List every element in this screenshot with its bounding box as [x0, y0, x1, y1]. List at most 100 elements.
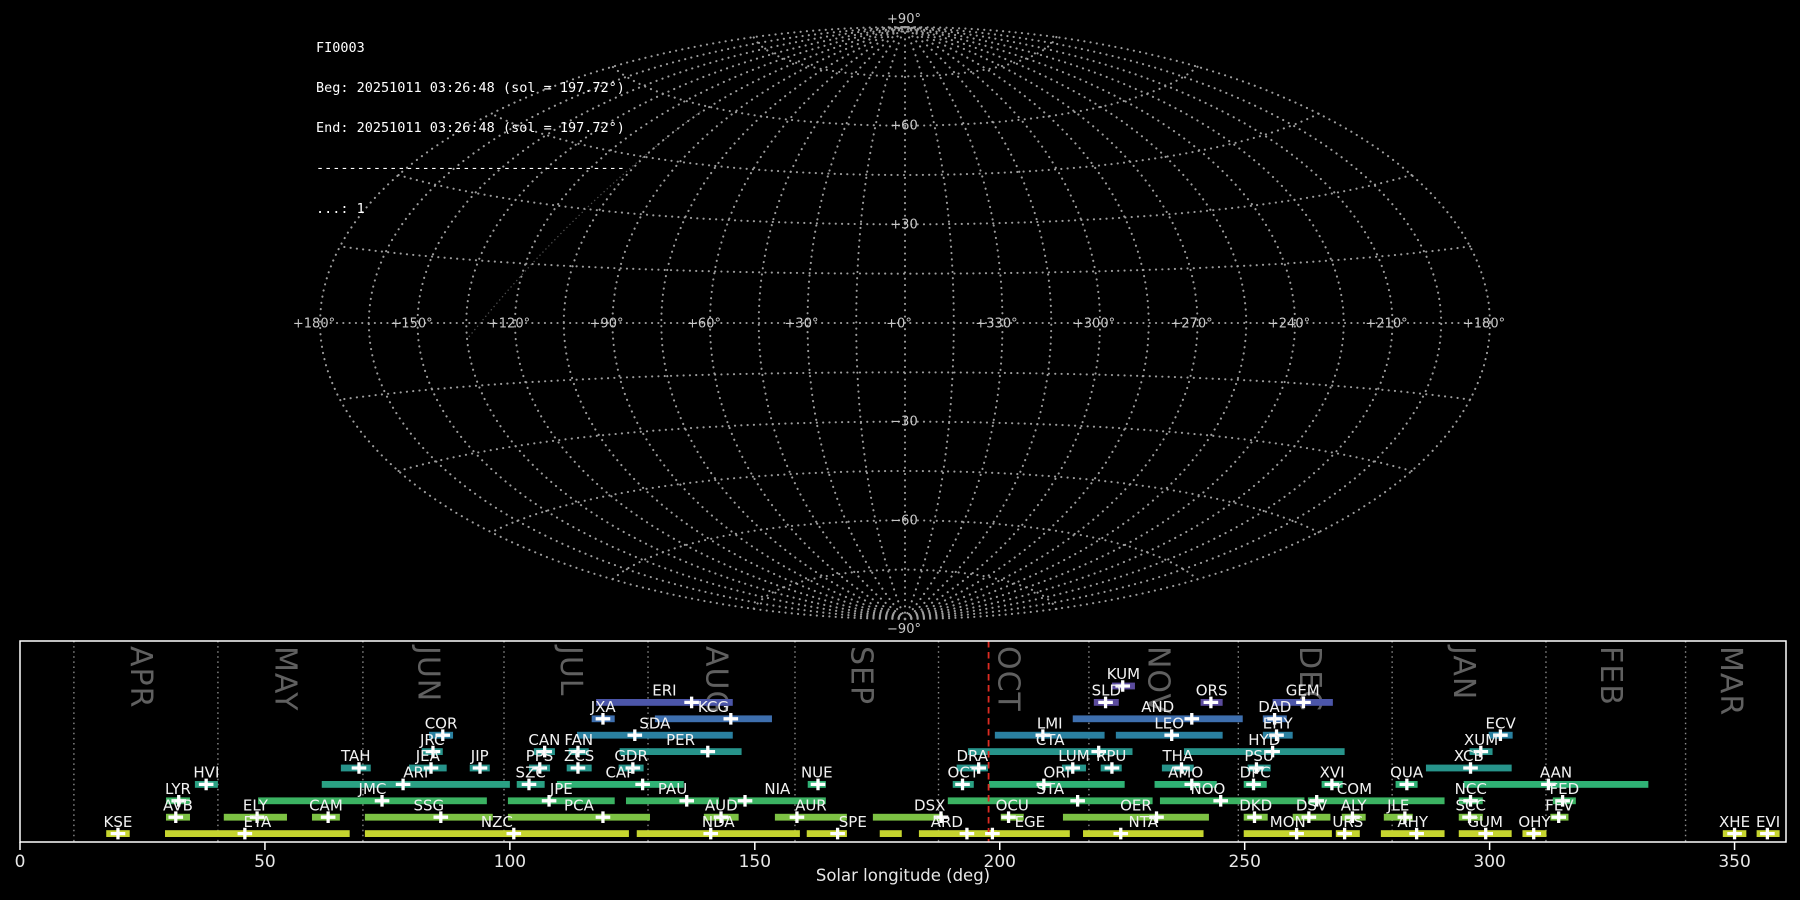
- shower-label-NDA: NDA: [702, 813, 736, 831]
- shower-label-AMO: AMO: [1168, 764, 1203, 782]
- shower-label-ELY: ELY: [243, 796, 269, 814]
- shower-label-PSU: PSU: [1244, 747, 1274, 765]
- x-tick-label: 50: [254, 852, 276, 872]
- sky-longitude-label: +30°: [785, 317, 819, 332]
- shower-label-ARI: ARI: [403, 764, 428, 782]
- x-axis-title: Solar longitude (deg): [816, 866, 990, 885]
- shower-bar-COM: [1307, 797, 1445, 805]
- shower-label-SSG: SSG: [413, 796, 444, 814]
- shower-label-DSV: DSV: [1296, 796, 1328, 814]
- shower-label-NZC: NZC: [481, 813, 513, 831]
- shower-label-ERI: ERI: [652, 682, 676, 700]
- shower-label-RPU: RPU: [1096, 747, 1126, 765]
- shower-label-JLE: JLE: [1386, 796, 1409, 814]
- observation-info: FI0003 Beg: 20251011 03:26:48 (sol = 197…: [316, 15, 625, 243]
- shower-label-EHY: EHY: [1263, 714, 1294, 732]
- shower-label-QUA: QUA: [1390, 764, 1424, 782]
- peak-marker-EGE: [985, 827, 1000, 840]
- shower-label-OCT: OCT: [948, 764, 980, 782]
- peak-marker-NIA: [737, 795, 753, 807]
- month-label: OCT: [991, 646, 1026, 712]
- month-label: MAR: [1713, 646, 1748, 716]
- shower-label-ZCS: ZCS: [564, 747, 594, 765]
- shower-label-THA: THA: [1161, 747, 1193, 765]
- shower-label-NIA: NIA: [764, 780, 791, 798]
- x-tick-label: 250: [1228, 852, 1260, 872]
- shower-bar-NZC: [364, 830, 629, 837]
- shower-label-SPE: SPE: [839, 813, 867, 831]
- shower-label-XHE: XHE: [1719, 813, 1750, 831]
- shower-label-URS: URS: [1332, 813, 1363, 831]
- shower-label-KSE: KSE: [104, 813, 133, 831]
- sky-longitude-label: +0°: [886, 317, 912, 332]
- shower-label-NOO: NOO: [1191, 780, 1226, 798]
- shower-label-XVI: XVI: [1320, 764, 1345, 782]
- shower-bar-NDA: [636, 830, 800, 837]
- sky-longitude-label: +60°: [687, 317, 721, 332]
- shower-label-JEA: JEA: [415, 747, 441, 765]
- shower-label-PCA: PCA: [564, 796, 595, 814]
- shower-label-FAN: FAN: [564, 731, 593, 749]
- shower-label-LUM: LUM: [1058, 747, 1090, 765]
- shower-label-GEM: GEM: [1286, 682, 1320, 700]
- sky-latitude-label: +30: [890, 217, 917, 232]
- shower-label-EGE: EGE: [1015, 813, 1046, 831]
- shower-label-NTA: NTA: [1129, 813, 1159, 831]
- shower-bar-SSG: [364, 813, 493, 821]
- shower-label-DAD: DAD: [1258, 698, 1291, 716]
- shower-bar-NOO: [1159, 797, 1305, 805]
- shower-label-OER: OER: [1120, 796, 1152, 814]
- shower-label-DSX: DSX: [914, 796, 945, 814]
- month-label: JAN: [1446, 644, 1481, 700]
- shower-label-DPC: DPC: [1240, 764, 1271, 782]
- month-label: FEB: [1593, 646, 1628, 706]
- sky-grid-meridian: [757, 25, 907, 621]
- sky-longitude-label: +210°: [1365, 317, 1407, 332]
- shower-bar-NTA: [1083, 830, 1204, 837]
- shower-label-NUE: NUE: [801, 764, 833, 782]
- sky-longitude-label: +270°: [1170, 317, 1212, 332]
- shower-label-GUM: GUM: [1467, 813, 1503, 831]
- peak-marker-AND: [1184, 713, 1200, 725]
- x-tick-label: 300: [1473, 852, 1505, 872]
- shower-label-FED: FED: [1550, 780, 1580, 798]
- shower-label-LMI: LMI: [1037, 714, 1063, 732]
- shower-label-CAP: CAP: [605, 764, 635, 782]
- shower-bar-AUR: [774, 813, 847, 821]
- shower-label-ORI: ORI: [1043, 764, 1070, 782]
- shower-label-OHY: OHY: [1518, 813, 1551, 831]
- sky-longitude-label: +180°: [1463, 317, 1505, 332]
- shower-label-JMC: JMC: [358, 780, 387, 798]
- shower-label-STA: STA: [1036, 780, 1065, 798]
- shower-bar-KCG: [654, 715, 772, 723]
- sky-longitude-label: +150°: [390, 317, 432, 332]
- shower-label-AVB: AVB: [163, 796, 193, 814]
- separator-line: --------------------------------------: [316, 160, 625, 177]
- shower-label-SZC: SZC: [516, 764, 546, 782]
- shower-label-JXA: JXA: [590, 698, 617, 716]
- peak-marker-CAP: [635, 778, 650, 791]
- shower-label-SLD: SLD: [1092, 682, 1121, 700]
- peak-marker-PCA: [595, 811, 611, 823]
- peak-marker-PER: [700, 745, 716, 758]
- shower-label-ORS: ORS: [1196, 682, 1228, 700]
- shower-label-OCU: OCU: [996, 796, 1029, 814]
- shower-label-NCC: NCC: [1455, 780, 1487, 798]
- shower-label-ALY: ALY: [1341, 796, 1368, 814]
- shower-label-ECV: ECV: [1486, 714, 1517, 732]
- shower-label-EVI: EVI: [1756, 813, 1780, 831]
- shower-label-DRA: DRA: [956, 747, 988, 765]
- sky-longitude-label: +90°: [590, 317, 624, 332]
- shower-label-XCB: XCB: [1454, 747, 1484, 765]
- shower-bar-PCA: [507, 813, 650, 821]
- peak-marker-ERI: [684, 696, 699, 709]
- shower-label-KCG: KCG: [698, 698, 729, 716]
- shower-label-ETA: ETA: [243, 813, 271, 831]
- shower-label-JRC: JRC: [419, 731, 445, 749]
- x-tick-label: 0: [15, 852, 26, 872]
- shower-label-ARD: ARD: [931, 813, 963, 831]
- sky-longitude-label: +300°: [1073, 317, 1115, 332]
- radiant-map-app: +180° +150° +120° +90° +60° +30° +0° +330° +300°…: [0, 0, 1800, 900]
- station-id: FI0003: [316, 39, 365, 56]
- month-label: JUN: [410, 644, 445, 702]
